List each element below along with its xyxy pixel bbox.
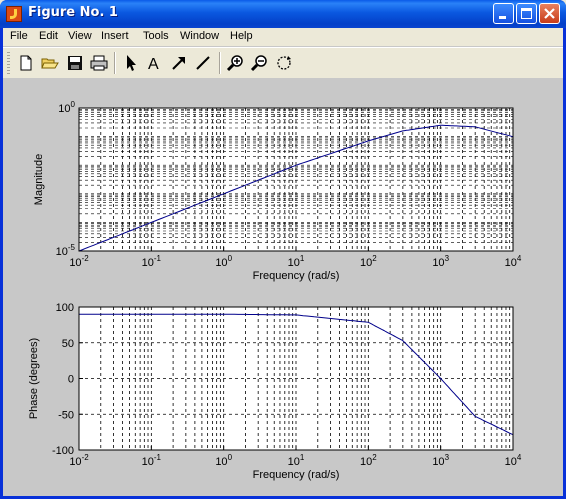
menu-edit[interactable]: Edit (39, 30, 58, 42)
insert-line-icon[interactable] (193, 53, 213, 73)
matlab-icon (6, 6, 22, 22)
menu-view[interactable]: View (68, 30, 92, 42)
y-tick-label: 100 (56, 302, 74, 314)
insert-text-icon[interactable]: A (145, 53, 165, 73)
menu-insert[interactable]: Insert (101, 30, 129, 42)
zoom-in-icon[interactable] (226, 53, 246, 73)
x-tick-label: 104 (505, 453, 522, 468)
toolbar-separator (219, 52, 221, 74)
x-tick-label: 102 (360, 453, 377, 468)
figure-window: Figure No. 1 File Edit View Insert Tools… (0, 0, 566, 499)
toolbar-separator (114, 52, 116, 74)
figure-canvas: 10-2 10-1 100 101 102 103 104 10-5 100 Frequency … (3, 78, 563, 496)
phase-plot: 10-2 10-1 100 101 102 103 104100500-50-100Freq… (28, 302, 522, 481)
x-tick-label: 10-1 (142, 254, 162, 269)
x-tick-label: 10-2 (69, 254, 89, 269)
x-tick-label: 10-1 (142, 453, 162, 468)
minimize-button[interactable] (493, 3, 514, 24)
y-tick-label: 0 (68, 374, 74, 386)
y-axis-label: Magnitude (33, 154, 45, 205)
y-tick-label: 10-5 (56, 243, 76, 258)
menu-bar: File Edit View Insert Tools Window Help (3, 28, 563, 46)
y-tick-label: -100 (52, 445, 74, 457)
magnitude-plot: 10-2 10-1 100 101 102 103 104 10-5 100 Frequency … (33, 100, 522, 282)
close-button[interactable] (539, 3, 560, 24)
plot-area: 10-2 10-1 100 101 102 103 104 10-5 100 Frequency … (28, 100, 522, 481)
new-file-icon[interactable] (16, 53, 36, 73)
y-tick-label: -50 (58, 409, 74, 421)
insert-arrow-icon[interactable] (169, 53, 189, 73)
y-tick-label: 100 (58, 100, 75, 115)
menu-window[interactable]: Window (180, 30, 219, 42)
rotate-3d-icon[interactable] (274, 53, 294, 73)
open-folder-icon[interactable] (40, 53, 60, 73)
menu-help[interactable]: Help (230, 30, 253, 42)
svg-text:A: A (148, 56, 159, 73)
x-tick-label: 101 (288, 254, 305, 269)
save-icon[interactable] (65, 53, 85, 73)
zoom-out-icon[interactable] (250, 53, 270, 73)
toolbar-grip[interactable] (7, 52, 10, 74)
x-tick-label: 102 (360, 254, 377, 269)
x-tick-label: 100 (215, 254, 232, 269)
toolbar: A (3, 47, 563, 79)
x-axis-label: Frequency (rad/s) (253, 469, 340, 481)
x-tick-label: 101 (288, 453, 305, 468)
window-title: Figure No. 1 (28, 5, 118, 20)
y-axis-label: Phase (degrees) (28, 338, 40, 419)
x-tick-label: 103 (432, 254, 449, 269)
x-tick-label: 103 (432, 453, 449, 468)
x-tick-label: 100 (215, 453, 232, 468)
menu-file[interactable]: File (10, 30, 28, 42)
maximize-button[interactable] (516, 3, 537, 24)
y-tick-label: 50 (62, 338, 74, 350)
select-arrow-icon[interactable] (121, 53, 141, 73)
menu-tools[interactable]: Tools (143, 30, 169, 42)
x-tick-label: 104 (505, 254, 522, 269)
x-axis-label: Frequency (rad/s) (253, 270, 340, 282)
title-bar[interactable]: Figure No. 1 (0, 0, 566, 28)
print-icon[interactable] (89, 53, 109, 73)
